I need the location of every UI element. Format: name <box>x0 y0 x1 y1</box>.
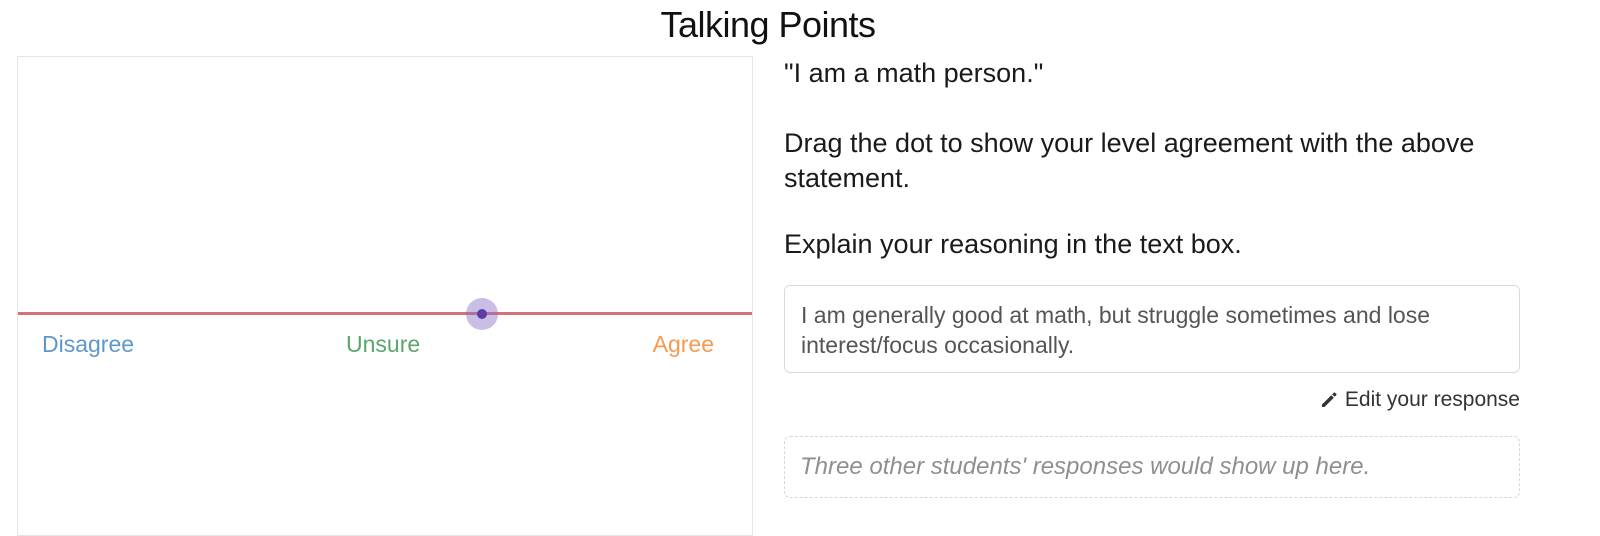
scale-label-unsure: Unsure <box>346 331 421 357</box>
edit-response-button[interactable]: Edit your response <box>1319 388 1520 412</box>
scale-label-agree: Agree <box>652 331 714 357</box>
page-title: Talking Points <box>660 4 876 45</box>
edit-response-label: Edit your response <box>1344 388 1520 411</box>
agreement-slider-track[interactable] <box>18 312 752 315</box>
scale-label-disagree: Disagree <box>42 331 135 357</box>
pencil-icon <box>1321 392 1337 407</box>
slider-handle-dot <box>476 309 487 319</box>
statement-text: "I am a math person." <box>784 58 1044 88</box>
explain-text: Explain your reasoning in the text box. <box>784 229 1242 259</box>
agreement-slider-panel: Disagree Unsure Agree <box>17 56 753 536</box>
agreement-slider-handle[interactable] <box>465 298 498 330</box>
instruction-text: Drag the dot to show your level agreemen… <box>784 128 1475 193</box>
response-textarea[interactable]: I am generally good at math, but struggl… <box>784 285 1520 373</box>
other-responses-placeholder: Three other students' responses would sh… <box>784 436 1520 498</box>
